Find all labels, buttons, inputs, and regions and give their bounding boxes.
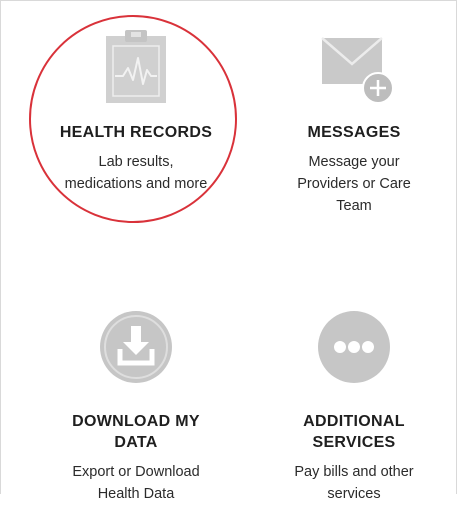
tile-title: DOWNLOAD MY DATA <box>72 413 200 451</box>
additional-services-tile[interactable]: ADDITIONAL SERVICES Pay bills and other se… <box>254 309 454 505</box>
tile-description: Message your Providers or Care Team <box>297 154 411 214</box>
download-my-data-tile[interactable]: DOWNLOAD MY DATA Export or Download Health… <box>36 309 236 505</box>
tile-description: Export or Download Health Data <box>72 464 200 502</box>
more-dots-icon <box>318 311 390 383</box>
download-icon <box>100 311 172 383</box>
messages-tile[interactable]: MESSAGES Message your Providers or Care Te… <box>254 30 454 217</box>
tile-description: Pay bills and other services <box>294 464 414 502</box>
health-records-tile[interactable]: HEALTH RECORDS Lab results, medications a… <box>36 30 236 195</box>
clipboard-chart-icon <box>106 30 166 103</box>
tile-title: MESSAGES <box>307 124 401 141</box>
tile-title: HEALTH RECORDS <box>59 124 213 141</box>
tile-title: ADDITIONAL SERVICES <box>303 413 405 451</box>
tile-description: Lab results, medications and more <box>64 154 208 192</box>
envelope-plus-icon <box>321 37 394 104</box>
